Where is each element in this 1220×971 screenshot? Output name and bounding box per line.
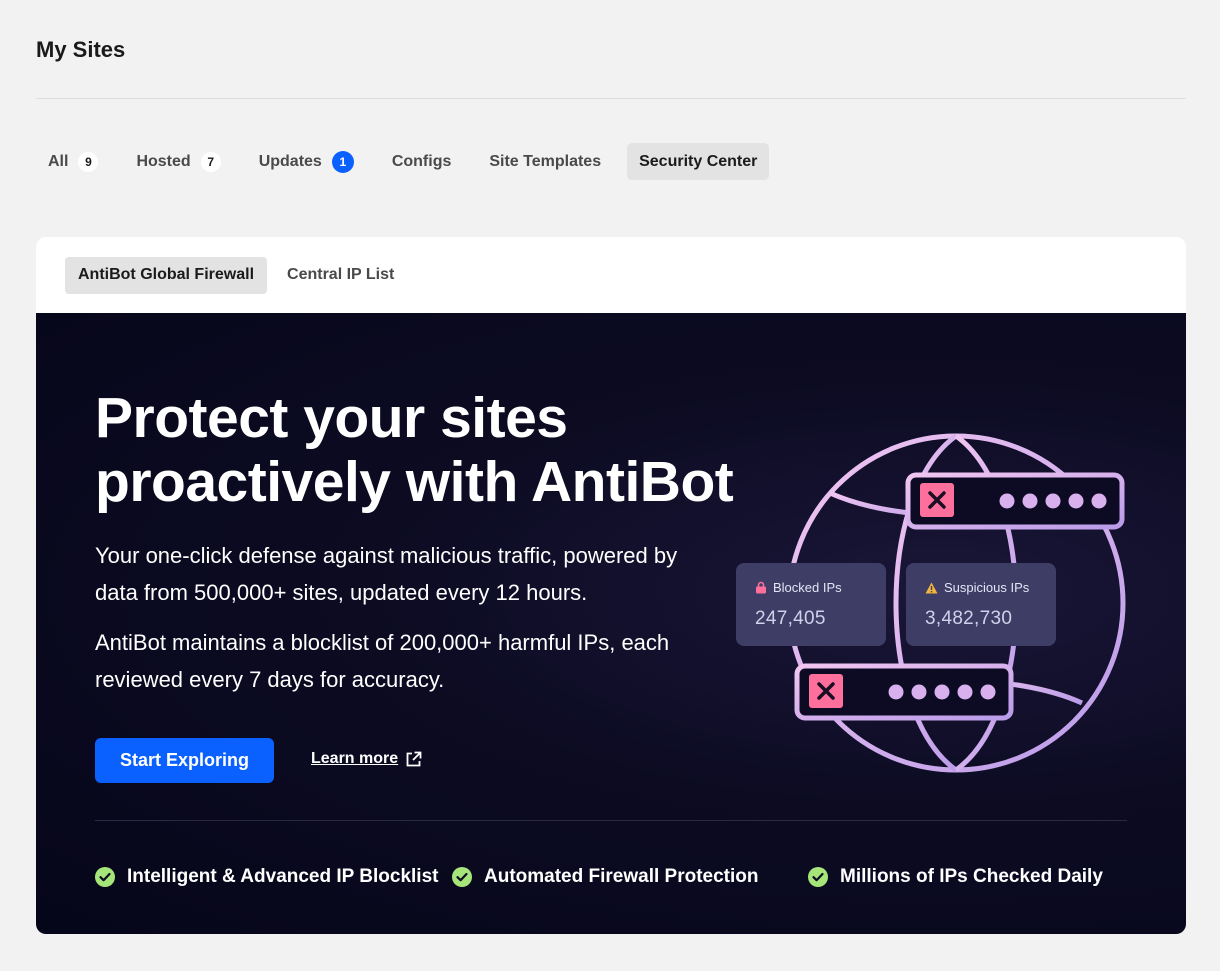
site-tabs: All 9 Hosted 7 Updates 1 Configs Site Te… (36, 143, 783, 180)
subtab-antibot-global-firewall[interactable]: AntiBot Global Firewall (65, 256, 268, 294)
check-circle-icon (95, 867, 115, 887)
suspicious-ips-label-row: Suspicious IPs (925, 580, 1029, 595)
feature-item: Intelligent & Advanced IP Blocklist (95, 866, 438, 888)
suspicious-ips-label: Suspicious IPs (944, 580, 1030, 595)
blocked-ips-value: 247,405 (755, 608, 826, 629)
blocked-ips-label-row: Blocked IPs (755, 580, 842, 595)
check-circle-icon (808, 867, 828, 887)
feature-item: Millions of IPs Checked Daily (808, 866, 1103, 888)
hero-paragraph-1: Your one-click defense against malicious… (95, 543, 678, 605)
tab-security-center-label: Security Center (639, 152, 758, 170)
antibot-hero: Protect your sites proactively with Anti… (36, 313, 1186, 934)
tab-all-label: All (48, 152, 69, 170)
security-center-card: AntiBot Global Firewall Central IP List … (36, 237, 1186, 934)
tab-all[interactable]: All 9 (36, 143, 110, 180)
suspicious-ips-value: 3,482,730 (925, 608, 1013, 629)
tab-configs[interactable]: Configs (380, 143, 464, 180)
feature-label: Automated Firewall Protection (484, 866, 759, 887)
feature-list: Intelligent & Advanced IP Blocklist Auto… (95, 866, 1135, 890)
tab-hosted-label: Hosted (136, 152, 191, 170)
hero-headline-line-2: proactively with AntiBot (95, 450, 734, 514)
hero-headline: Protect your sites proactively with Anti… (95, 386, 745, 514)
hero-divider (95, 820, 1127, 821)
hero-headline-line-1: Protect your sites (95, 386, 568, 450)
tab-hosted-count: 7 (200, 151, 221, 172)
subtab-central-ip-list[interactable]: Central IP List (274, 257, 407, 294)
security-subtabs: AntiBot Global Firewall Central IP List (36, 237, 1186, 313)
tab-configs-label: Configs (391, 152, 452, 170)
feature-label: Intelligent & Advanced IP Blocklist (127, 866, 439, 887)
globe-illustration: Blocked IPs 247,405 Suspicious IPs 3,482… (726, 423, 1146, 783)
suspicious-ips-card: Suspicious IPs 3,482,730 (906, 563, 1056, 646)
page-title: My Sites (36, 37, 126, 62)
feature-item: Automated Firewall Protection (452, 866, 758, 888)
feature-label: Millions of IPs Checked Daily (840, 866, 1103, 887)
tab-all-count: 9 (78, 151, 99, 172)
tab-hosted[interactable]: Hosted 7 (124, 143, 232, 180)
warning-icon (925, 582, 938, 593)
title-divider (36, 98, 1186, 99)
hero-paragraph-2: AntiBot maintains a blocklist of 200,000… (95, 630, 670, 692)
tab-site-templates[interactable]: Site Templates (477, 143, 613, 180)
external-link-icon (406, 751, 422, 766)
tab-site-templates-label: Site Templates (489, 152, 602, 170)
tab-updates-label: Updates (258, 152, 322, 170)
blocked-ips-label: Blocked IPs (773, 580, 842, 595)
learn-more-link[interactable]: Learn more (311, 750, 422, 768)
start-exploring-button[interactable]: Start Exploring (95, 738, 274, 783)
check-circle-icon (452, 867, 472, 887)
lock-icon (756, 581, 766, 594)
learn-more-label: Learn more (311, 750, 399, 767)
tab-updates-count: 1 (331, 150, 354, 173)
tab-updates[interactable]: Updates 1 (247, 143, 366, 180)
tab-security-center[interactable]: Security Center (627, 143, 770, 180)
blocked-ips-card: Blocked IPs 247,405 (736, 563, 886, 646)
